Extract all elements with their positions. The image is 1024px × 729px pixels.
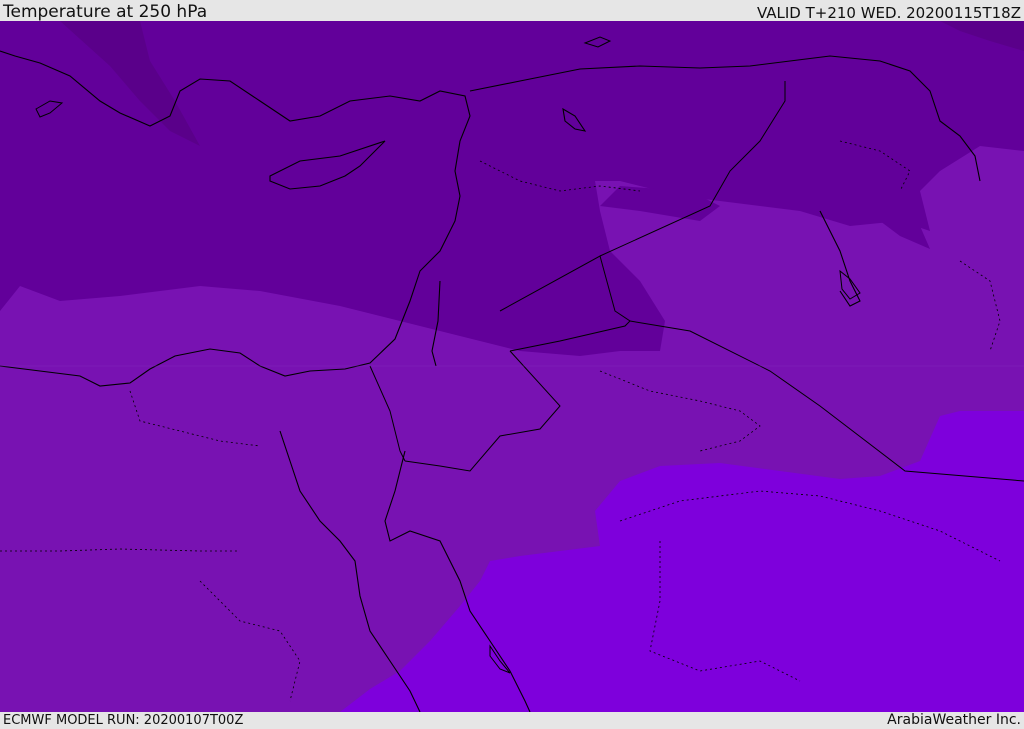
map-canvas [0, 21, 1024, 712]
footer-bar: ECMWF MODEL RUN: 20200107T00Z ArabiaWeat… [0, 712, 1024, 729]
valid-time: VALID T+210 WED. 20200115T18Z [756, 4, 1021, 22]
model-run-label: ECMWF MODEL RUN: 20200107T00Z [3, 713, 244, 728]
map-title: Temperature at 250 hPa [3, 2, 208, 22]
credit-label: ArabiaWeather Inc. [887, 712, 1021, 728]
header-bar: Temperature at 250 hPa VALID T+210 WED. … [0, 0, 1024, 21]
weather-map [0, 21, 1024, 712]
